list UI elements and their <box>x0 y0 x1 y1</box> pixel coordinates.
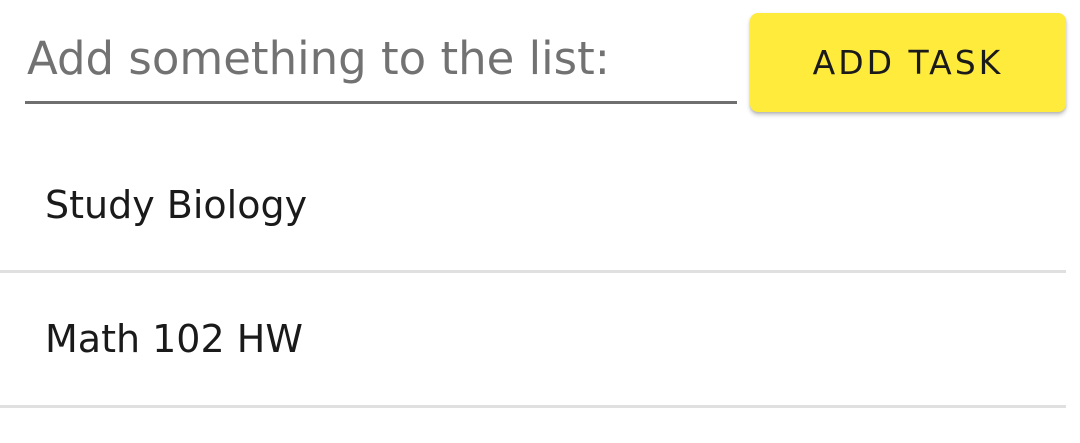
add-task-form: ADD TASK <box>0 0 1080 130</box>
todo-app: ADD TASK Study Biology Math 102 HW <box>0 0 1080 443</box>
task-list: Study Biology Math 102 HW <box>0 140 1066 408</box>
list-item[interactable]: Math 102 HW <box>0 273 1066 408</box>
list-item[interactable]: Study Biology <box>0 140 1066 273</box>
task-input[interactable] <box>25 26 737 104</box>
add-task-button[interactable]: ADD TASK <box>750 13 1066 112</box>
